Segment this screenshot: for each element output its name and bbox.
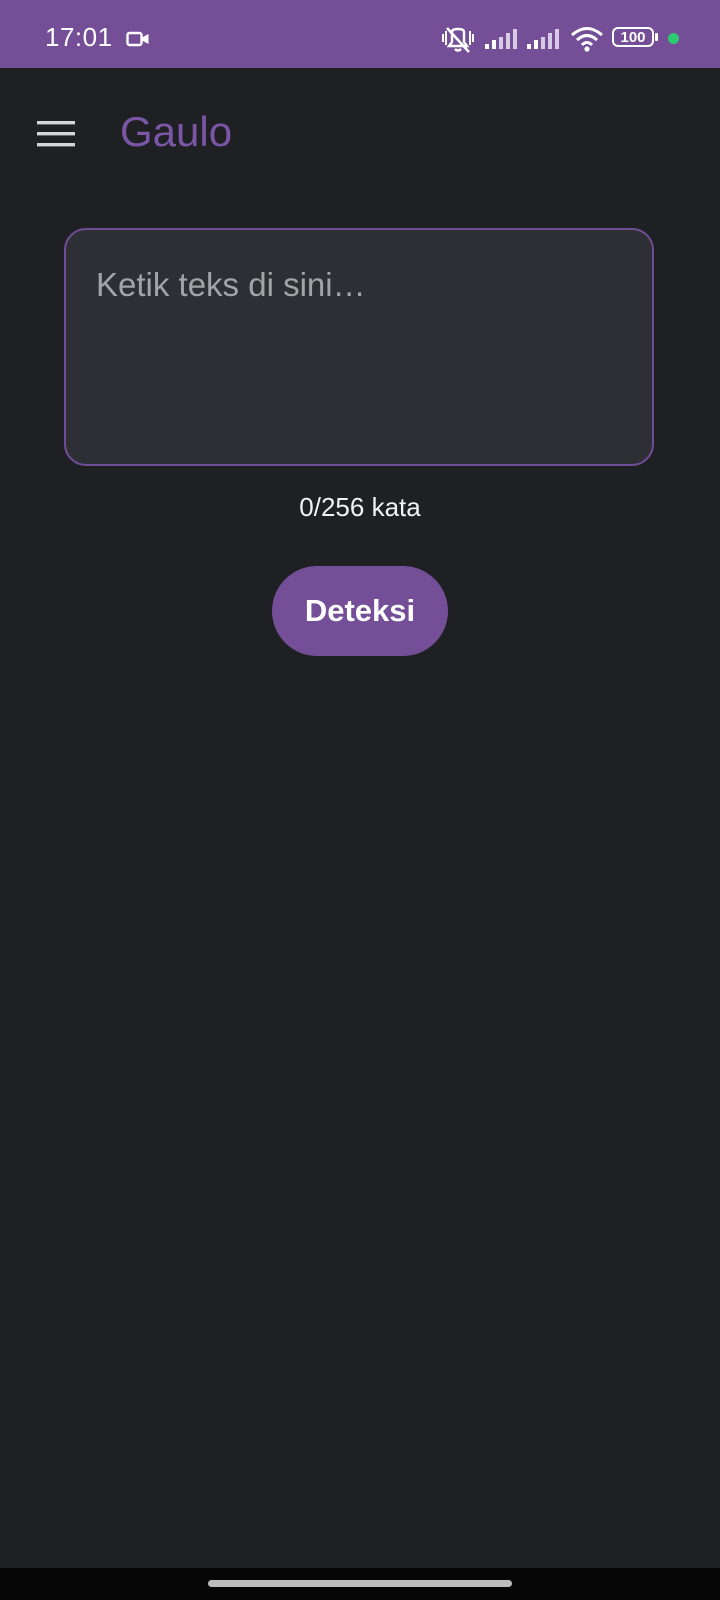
app-screen: 17:01 100 Gaulo Ketik teks di sini… 0/25… — [0, 0, 720, 1600]
app-bar: Gaulo — [0, 68, 720, 200]
wifi-icon — [571, 27, 603, 52]
text-input-container — [64, 228, 654, 466]
status-bar: 17:01 100 — [0, 0, 720, 68]
home-indicator[interactable] — [208, 1580, 512, 1587]
battery-icon: 100 — [612, 27, 654, 47]
privacy-dot-icon — [668, 33, 679, 44]
signal-icon — [485, 29, 517, 49]
word-counter: 0/256 kata — [299, 492, 421, 522]
menu-button[interactable] — [28, 106, 84, 162]
video-recording-icon — [126, 31, 149, 47]
status-time: 17:01 — [45, 22, 113, 52]
app-title: Gaulo — [120, 108, 233, 155]
battery-tip — [655, 33, 658, 41]
vibrate-muted-icon — [442, 27, 474, 53]
hamburger-menu-icon — [37, 121, 75, 147]
detect-button[interactable]: Deteksi — [272, 566, 448, 656]
signal-icon — [527, 29, 559, 49]
battery-level: 100 — [620, 28, 646, 46]
status-icons: 100 — [420, 0, 720, 68]
text-input[interactable] — [66, 230, 652, 464]
navigation-bar — [0, 1568, 720, 1600]
